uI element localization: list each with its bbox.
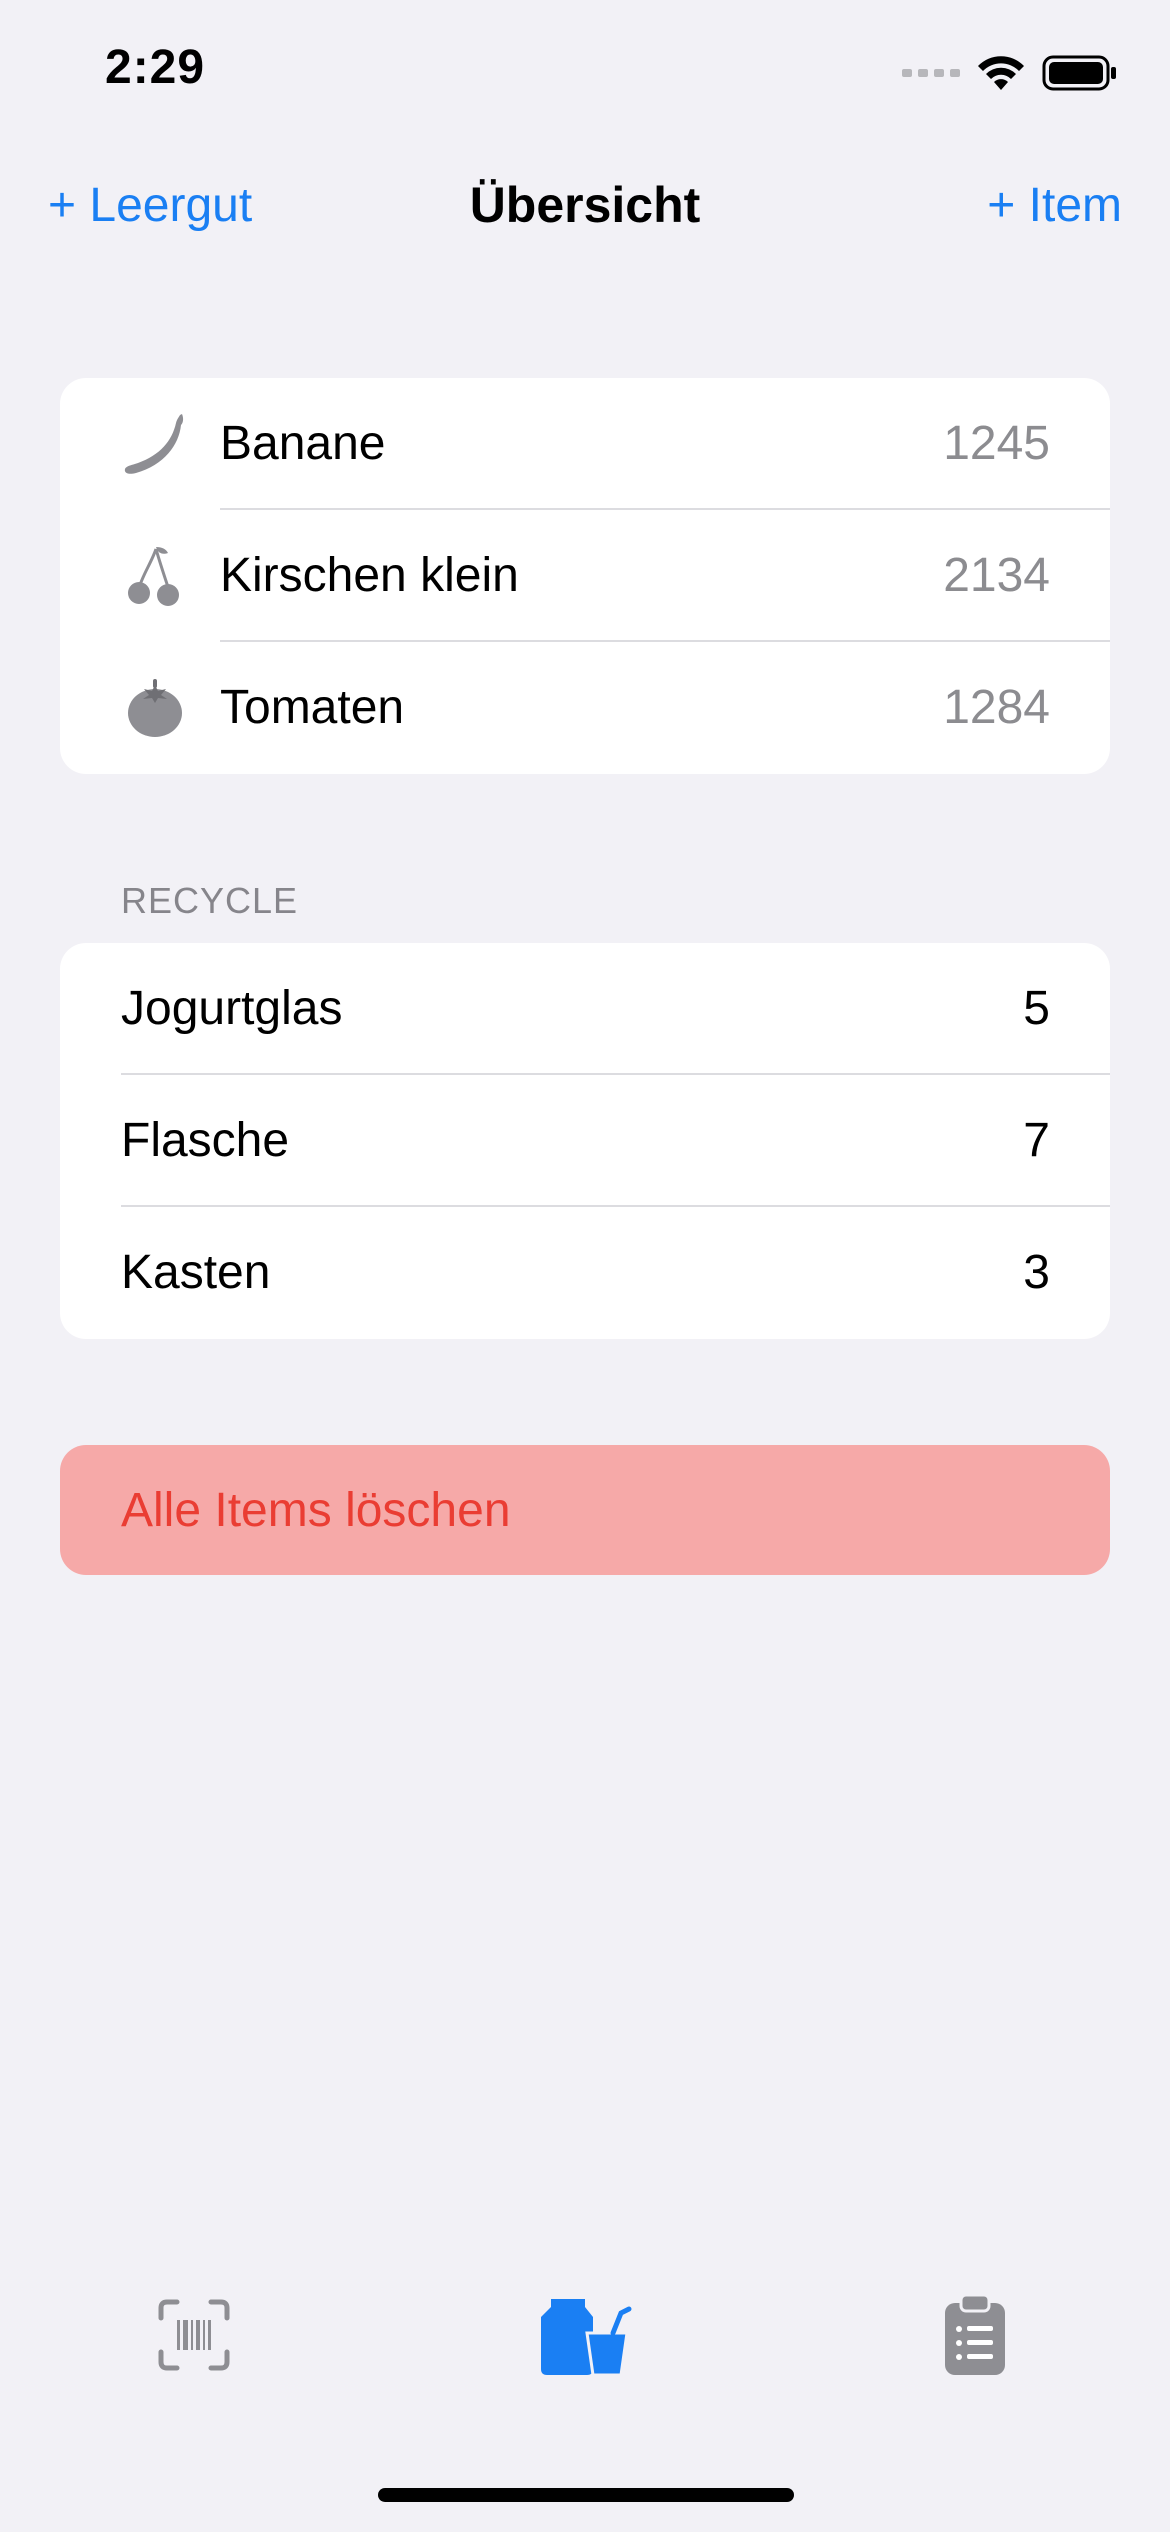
recycle-list: Jogurtglas 5 Flasche 7 Kasten 3 (60, 943, 1110, 1339)
recycle-count: 7 (1023, 1114, 1050, 1167)
clipboard-list-icon (945, 2293, 1005, 2375)
item-name: Banane (220, 417, 386, 470)
list-item[interactable]: Flasche 7 (60, 1075, 1110, 1207)
tab-deposit[interactable] (530, 2280, 640, 2390)
list-item[interactable]: Kasten 3 (60, 1207, 1110, 1339)
list-item[interactable]: Kirschen klein 2134 (60, 510, 1110, 642)
recycle-section-header: RECYCLE (121, 880, 299, 921)
recycle-count: 3 (1023, 1246, 1050, 1299)
battery-icon (1042, 55, 1116, 91)
recycle-name: Kasten (121, 1246, 271, 1299)
tab-scanner[interactable] (139, 2280, 249, 2390)
recycle-count: 5 (1023, 982, 1050, 1035)
status-bar: 2:29 (0, 0, 1170, 150)
tab-list[interactable] (920, 2280, 1030, 2390)
cherries-icon (128, 547, 179, 606)
delete-all-items-label: Alle Items löschen (121, 1484, 511, 1537)
item-code: 1245 (943, 417, 1050, 470)
item-code: 1284 (943, 681, 1050, 734)
status-time: 2:29 (105, 41, 206, 94)
barcode-scanner-icon (158, 2299, 230, 2371)
deposit-containers-icon (541, 2299, 632, 2377)
delete-all-items-button[interactable]: Alle Items löschen (60, 1445, 1110, 1575)
item-name: Kirschen klein (220, 549, 519, 602)
list-item[interactable]: Jogurtglas 5 (60, 943, 1110, 1075)
tab-bar (0, 2280, 1170, 2400)
item-name: Tomaten (220, 681, 405, 734)
recycle-name: Flasche (121, 1114, 290, 1167)
list-item[interactable]: Tomaten 1284 (60, 642, 1110, 774)
wifi-icon (978, 56, 1024, 90)
navigation-bar: + Leergut Übersicht + Item (0, 170, 1170, 246)
banana-icon (124, 414, 184, 474)
cellular-signal-icon (902, 69, 960, 77)
item-code: 2134 (943, 549, 1050, 602)
tomato-icon (128, 679, 182, 737)
status-icons (902, 50, 1118, 96)
items-list: Banane 1245 Kirschen klein 2134 Tomaten … (60, 378, 1110, 774)
home-indicator[interactable] (378, 2488, 794, 2502)
recycle-name: Jogurtglas (121, 982, 343, 1035)
add-item-button[interactable]: + Item (987, 178, 1122, 233)
list-item[interactable]: Banane 1245 (60, 378, 1110, 510)
